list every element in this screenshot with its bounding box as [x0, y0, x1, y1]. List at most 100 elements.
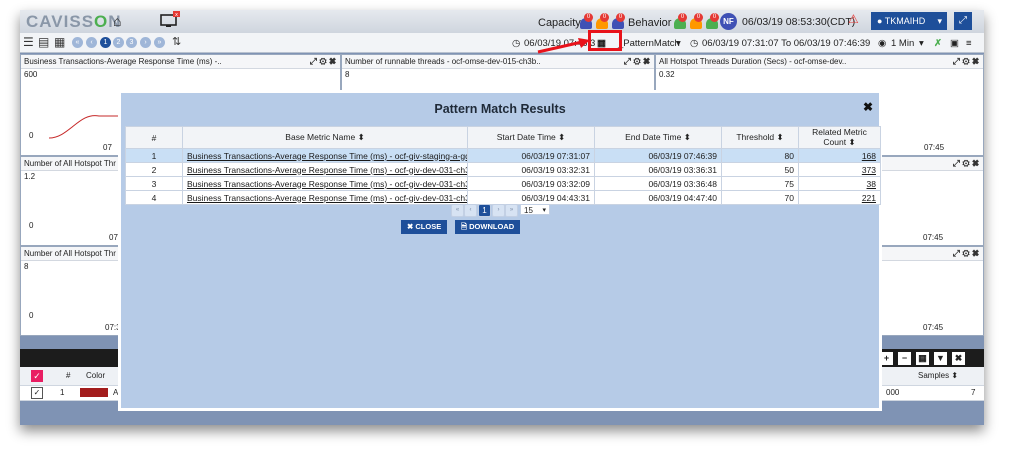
table-header-row: # Base Metric Name ⬍ Start Date Time ⬍ E…: [125, 126, 881, 149]
x-axis-label: 07:45: [923, 323, 944, 332]
next-page-icon[interactable]: ›: [140, 37, 151, 48]
table-row[interactable]: 1 Business Transactions-Average Response…: [125, 148, 881, 163]
panel-controls[interactable]: ⤢ ⚙ ✖: [953, 247, 979, 260]
eye-icon: ◉: [878, 38, 887, 49]
menu-icon[interactable]: ☰: [23, 35, 34, 49]
behavior-alert-minor-icon[interactable]: 0: [704, 13, 720, 29]
base-metric-link[interactable]: Business Transactions-Average Response T…: [182, 148, 468, 163]
chart-panel-hotspot-threads-1: Number of All Hotspot Thr 1.2 0 07:: [20, 156, 132, 246]
column-header-samples[interactable]: Samples ⬍: [918, 371, 958, 380]
y-axis-max: 600: [24, 70, 38, 79]
pattern-match-table: # Base Metric Name ⬍ Start Date Time ⬍ E…: [125, 126, 881, 205]
next-page-icon[interactable]: ›: [492, 204, 505, 217]
row-value: 000: [886, 388, 900, 397]
server-datetime: 06/03/19 08:53:30(CDT): [742, 16, 856, 28]
pattern-match-results-dialog: Pattern Match Results ✖ # Base Metric Na…: [118, 90, 882, 411]
user-icon: ●: [877, 16, 883, 26]
remove-icon[interactable]: −: [898, 352, 911, 365]
clear-filter-icon[interactable]: ✗: [934, 38, 942, 49]
pattern-match-dropdown[interactable]: _PatternMatch: [618, 38, 680, 49]
column-header-base-metric[interactable]: Base Metric Name ⬍: [182, 126, 468, 149]
highlight-callout-box: [588, 30, 622, 51]
home-icon[interactable]: ⌂: [113, 13, 121, 29]
column-header-start-time[interactable]: Start Date Time ⬍: [467, 126, 595, 149]
download-button[interactable]: 🗎 DOWNLOAD: [455, 220, 521, 234]
grid-table-icon[interactable]: ▦: [54, 35, 65, 49]
capacity-alert-minor-icon[interactable]: 0: [610, 13, 626, 29]
related-count-link[interactable]: 373: [798, 162, 881, 177]
base-metric-link[interactable]: Business Transactions-Average Response T…: [182, 176, 468, 191]
prev-page-icon[interactable]: ‹: [86, 37, 97, 48]
first-page-icon[interactable]: «: [72, 37, 83, 48]
chevron-down-icon[interactable]: ▾: [919, 38, 924, 49]
panel-controls[interactable]: ⤢ ⚙ ✖: [624, 55, 650, 68]
capacity-alert-critical-icon[interactable]: 0: [578, 13, 594, 29]
monitor-icon[interactable]: x: [160, 11, 180, 32]
behavior-label: Behavior: [628, 17, 672, 29]
clock-icon: ◷: [690, 38, 699, 49]
sort-icon[interactable]: ⇅: [172, 35, 181, 48]
warning-icon[interactable]: ⚠: [848, 12, 859, 26]
related-count-link[interactable]: 38: [798, 176, 881, 191]
behavior-alert-critical-icon[interactable]: 0: [672, 13, 688, 29]
svg-text:x: x: [175, 12, 178, 18]
nf-badge[interactable]: NF: [720, 13, 737, 30]
select-all-checkbox[interactable]: ✓: [31, 370, 43, 382]
first-page-icon[interactable]: «: [451, 204, 464, 217]
capacity-alert-major-icon[interactable]: 0: [594, 13, 610, 29]
table-row[interactable]: 3 Business Transactions-Average Response…: [125, 176, 881, 191]
behavior-alert-major-icon[interactable]: 0: [688, 13, 704, 29]
table-row[interactable]: 4 Business Transactions-Average Response…: [125, 190, 881, 205]
chart-panel-hotspot-threads-2: Number of All Hotspot Thr 8 0 07:3: [20, 246, 132, 336]
dashboard-toolbar: ☰ ▤ ▦ « ‹ 1 2 3 › » ⇅ ◷ 06/03/19 07:46:3…: [20, 33, 984, 53]
cavisson-logo[interactable]: CAVISSON: [26, 12, 122, 32]
page-3-button[interactable]: 3: [126, 37, 137, 48]
panel-title: Number of runnable threads - ocf-omse-de…: [345, 57, 541, 66]
list-menu-icon[interactable]: ≡: [966, 38, 972, 49]
panel-controls[interactable]: ⤢ ⚙ ✖: [310, 55, 336, 68]
panel-controls[interactable]: ⤢ ⚙ ✖: [953, 55, 979, 68]
base-metric-link[interactable]: Business Transactions-Average Response T…: [182, 162, 468, 177]
related-count-link[interactable]: 221: [798, 190, 881, 205]
row-checkbox[interactable]: ✓: [31, 387, 43, 399]
y-axis-min: 0: [29, 221, 34, 230]
fullscreen-icon[interactable]: ⤢: [954, 12, 972, 30]
last-page-icon[interactable]: »: [154, 37, 165, 48]
column-header-related-count[interactable]: Related Metric Count ⬍: [798, 126, 881, 149]
compare-icon[interactable]: ▣: [950, 38, 959, 49]
prev-page-icon[interactable]: ‹: [464, 204, 477, 217]
chevron-down-icon[interactable]: ▾: [676, 38, 681, 49]
page-1-button[interactable]: 1: [100, 37, 111, 48]
user-menu-button[interactable]: ● TKMAIHD ▾: [871, 12, 947, 30]
column-header-num: #: [66, 371, 71, 380]
close-button[interactable]: ✖ CLOSE: [401, 220, 448, 234]
view-interval-dropdown[interactable]: 1 Min: [891, 38, 914, 49]
chevron-down-icon: ▾: [542, 207, 546, 214]
filter-icon[interactable]: ▼: [934, 352, 947, 365]
y-axis-max: 0.32: [659, 70, 675, 79]
bar-chart-icon[interactable]: ▤: [38, 35, 49, 49]
related-count-link[interactable]: 168: [798, 148, 881, 163]
columns-icon[interactable]: ▦: [916, 352, 929, 365]
y-axis-max: 8: [24, 262, 29, 271]
page-2-button[interactable]: 2: [113, 37, 124, 48]
y-axis-min: 0: [29, 311, 34, 320]
panel-title: All Hotspot Threads Duration (Secs) - oc…: [659, 57, 847, 66]
panel-controls[interactable]: ⤢ ⚙ ✖: [953, 157, 979, 170]
current-page-button[interactable]: 1: [478, 204, 491, 217]
column-header-end-time[interactable]: End Date Time ⬍: [594, 126, 722, 149]
y-axis-min: 0: [29, 131, 34, 140]
close-icon[interactable]: ✖: [863, 100, 873, 114]
last-page-icon[interactable]: »: [505, 204, 518, 217]
page-size-select[interactable]: 15 ▾: [520, 204, 550, 215]
row-samples: 7: [971, 388, 976, 397]
column-header-threshold[interactable]: Threshold ⬍: [721, 126, 799, 149]
close-icon[interactable]: ✖: [952, 352, 965, 365]
x-axis-label: 07: [103, 143, 112, 152]
chart-panel-right-2: ⤢ ⚙ ✖ 07:45: [880, 156, 984, 246]
top-header: CAVISSON ⌂ x Capacity 0 0 0 Behavior 0 0…: [20, 10, 984, 33]
base-metric-link[interactable]: Business Transactions-Average Response T…: [182, 190, 468, 205]
table-row[interactable]: 2 Business Transactions-Average Response…: [125, 162, 881, 177]
column-header-num[interactable]: #: [125, 126, 183, 149]
x-axis-label: 07:45: [923, 233, 944, 242]
